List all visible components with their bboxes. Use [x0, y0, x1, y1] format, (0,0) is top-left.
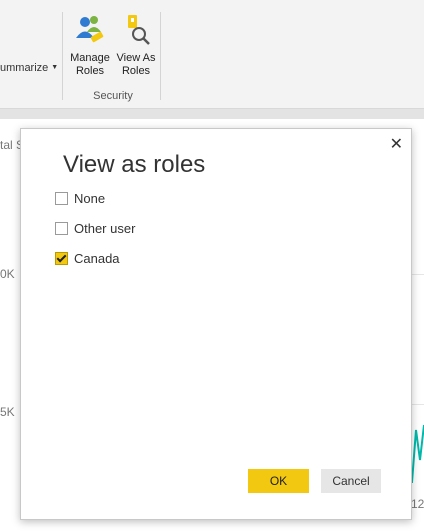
option-other-user[interactable]: Other user: [55, 221, 135, 236]
y-tick-label: 5K: [0, 405, 15, 419]
view-as-roles-icon: [118, 12, 154, 48]
checkbox[interactable]: [55, 222, 68, 235]
chevron-down-icon: ▼: [51, 64, 59, 71]
summarize-label: ummarize: [0, 62, 49, 74]
ribbon: ummarize ▼ Manage Roles View As Roles Sec: [0, 0, 424, 109]
option-label: None: [74, 191, 106, 206]
ribbon-bottom-strip: [0, 109, 424, 119]
ribbon-separator: [62, 12, 63, 100]
view-as-roles-label: View As Roles: [116, 52, 156, 77]
ribbon-separator: [160, 12, 161, 100]
option-none[interactable]: None: [55, 191, 105, 206]
checkbox[interactable]: [55, 192, 68, 205]
x-tick-label: 12: [411, 497, 424, 511]
checkbox-checked[interactable]: [55, 252, 68, 265]
y-tick-label: 0K: [0, 267, 15, 281]
security-group-label: Security: [93, 90, 133, 102]
cancel-button[interactable]: Cancel: [321, 469, 381, 493]
gridline: [410, 274, 424, 275]
dialog-title: View as roles: [63, 151, 206, 178]
option-label: Canada: [74, 251, 120, 266]
manage-roles-label: Manage Roles: [70, 52, 110, 77]
option-canada[interactable]: Canada: [55, 251, 120, 266]
option-label: Other user: [74, 221, 136, 236]
summarize-dropdown[interactable]: ummarize ▼: [0, 62, 58, 74]
manage-roles-icon: [72, 12, 108, 48]
view-as-roles-button[interactable]: View As Roles: [114, 12, 158, 78]
ok-button[interactable]: OK: [248, 469, 309, 493]
manage-roles-button[interactable]: Manage Roles: [68, 12, 112, 78]
gridline: [410, 404, 424, 405]
view-as-roles-dialog: ✕ View as roles None Other user Canada O…: [20, 128, 412, 520]
close-icon[interactable]: ✕: [390, 134, 403, 154]
